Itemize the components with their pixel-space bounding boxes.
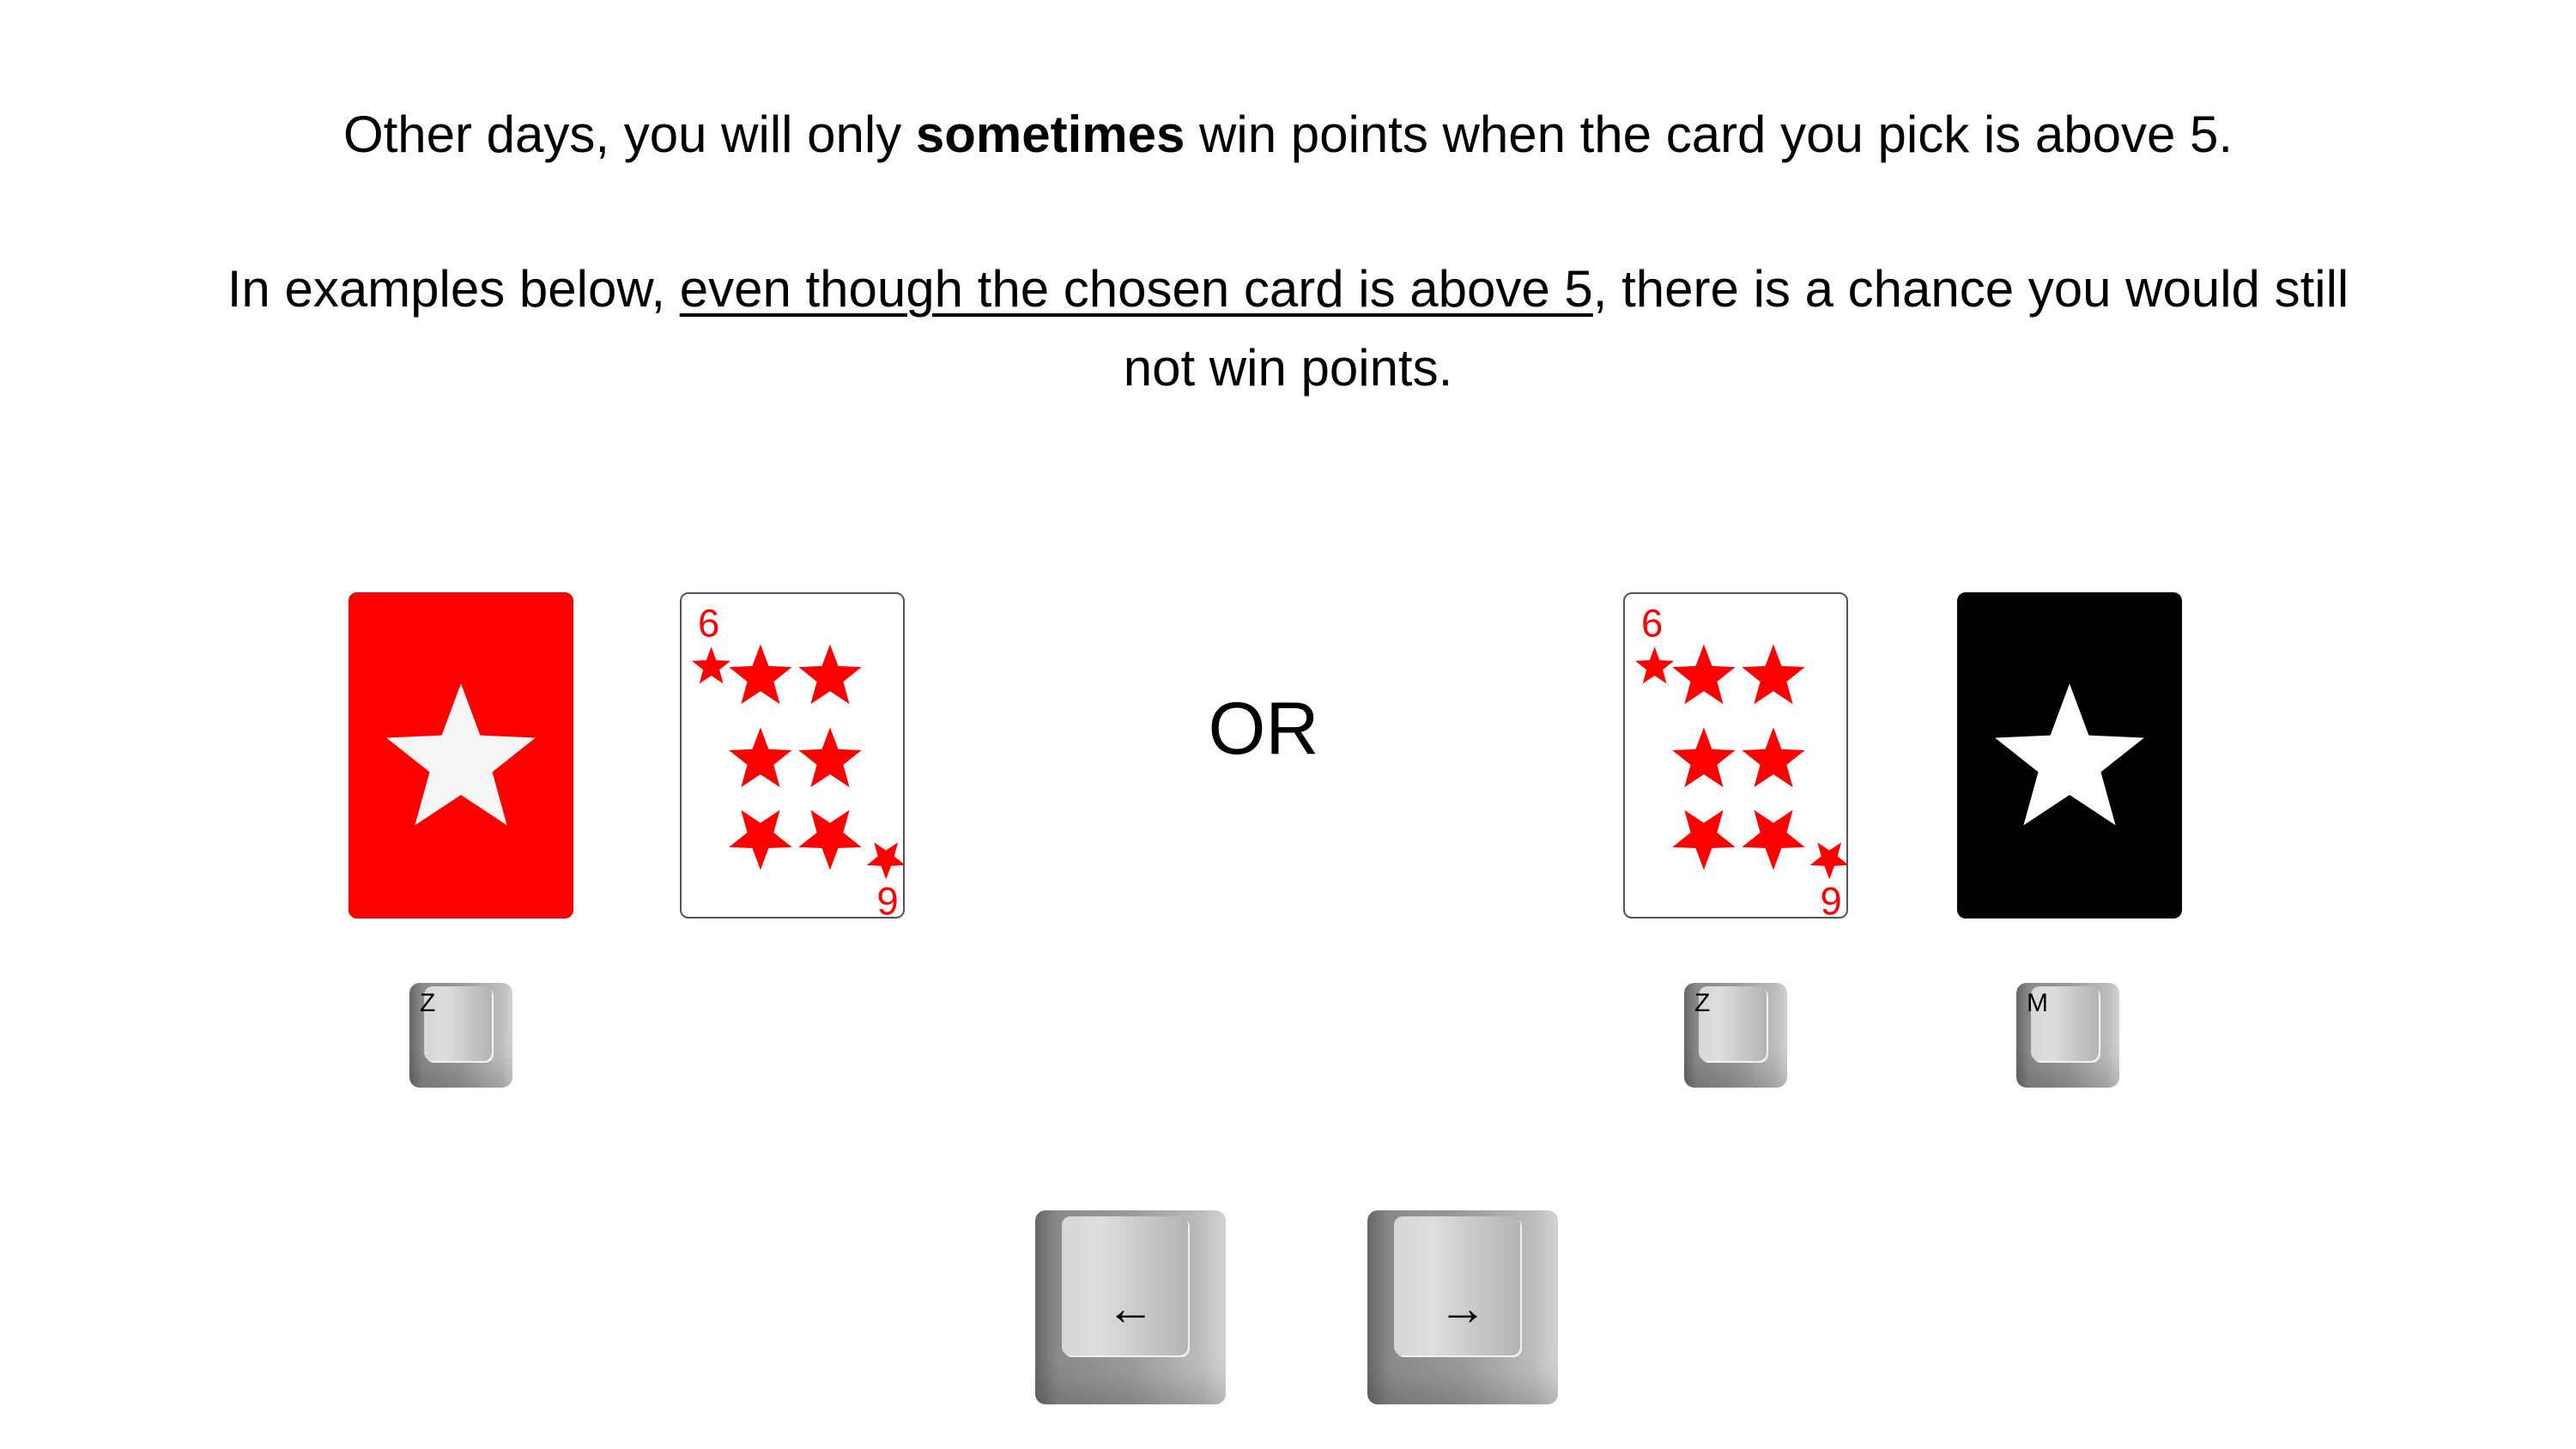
card-pips: 66 <box>1635 602 1846 917</box>
suit-star-icon <box>1635 646 1675 684</box>
star-icon <box>386 683 536 826</box>
pip-star-icon <box>798 727 862 788</box>
pip-star-icon <box>798 644 862 705</box>
or-separator: OR <box>1208 688 1319 770</box>
key-label: M <box>2027 989 2048 1018</box>
pip-star-icon <box>798 809 862 870</box>
pip-star-icon <box>729 644 792 705</box>
key-label: Z <box>1694 989 1711 1018</box>
instruction-emphasis: sometimes <box>915 106 1185 163</box>
key-z[interactable]: Z <box>409 983 512 1088</box>
instruction-text: , there is a chance you would still <box>1592 260 2349 318</box>
suit-star-icon <box>692 646 731 684</box>
instruction-text: In examples below, <box>227 260 680 318</box>
instruction-line-2: In examples below, even though the chose… <box>0 259 2576 318</box>
pip-star-icon <box>729 727 792 788</box>
pip-star-icon <box>1742 809 1805 870</box>
suit-star-icon <box>866 842 903 880</box>
card-pips: 66 <box>692 602 903 917</box>
left-arrow-key[interactable]: ← <box>1035 1210 1226 1404</box>
pip-star-icon <box>1672 727 1736 788</box>
card-back-black <box>1957 592 2182 919</box>
pip-star-icon <box>1672 809 1736 870</box>
right-arrow-key[interactable]: → <box>1367 1210 1558 1404</box>
arrow-left-icon: ← <box>1106 1280 1155 1335</box>
pip-star-icon <box>1742 727 1805 788</box>
pip-star-icon <box>1672 644 1736 705</box>
instruction-underlined: even though the chosen card is above 5 <box>679 260 1593 318</box>
pip-star-icon <box>1742 644 1805 705</box>
card-six-of-stars: 66 <box>1623 592 1848 919</box>
pip-star-icon <box>729 809 792 870</box>
rank-bottom: 6 <box>1821 879 1842 917</box>
card-back-red <box>349 592 573 919</box>
key-m[interactable]: M <box>2016 983 2119 1088</box>
instruction-line-3: not win points. <box>1123 339 1453 397</box>
arrow-right-icon: → <box>1439 1280 1487 1335</box>
rank-bottom: 6 <box>877 879 899 917</box>
instruction-text: win points when the card you pick is abo… <box>1185 106 2234 163</box>
key-z[interactable]: Z <box>1684 983 1787 1088</box>
rank-top: 6 <box>1641 602 1663 646</box>
card-six-of-stars: 66 <box>680 592 905 919</box>
star-icon <box>1995 683 2144 826</box>
key-label: Z <box>420 989 436 1018</box>
suit-star-icon <box>1809 842 1846 880</box>
instruction-line-1: Other days, you will only sometimes win … <box>0 105 2576 164</box>
instruction-text: Other days, you will only <box>342 106 916 163</box>
rank-top: 6 <box>698 602 719 646</box>
